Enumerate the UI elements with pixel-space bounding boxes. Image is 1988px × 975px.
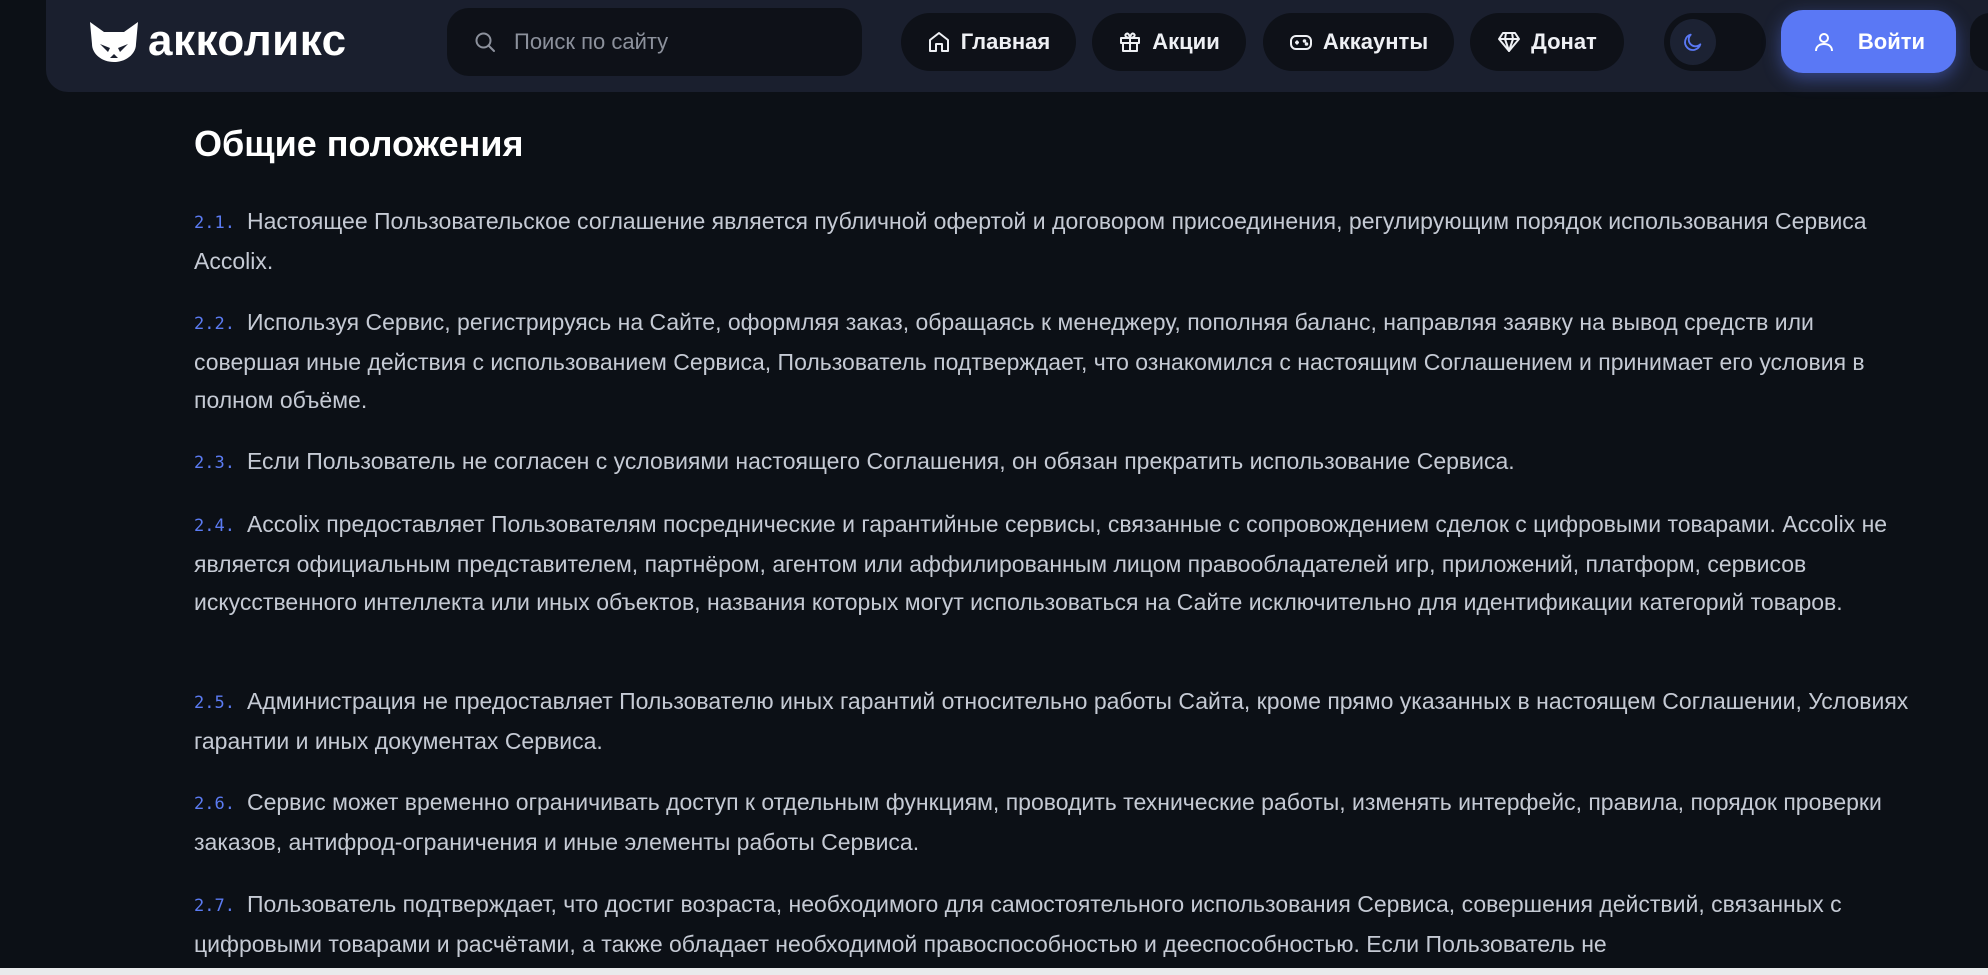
nav-donate-button[interactable]: Донат: [1470, 13, 1624, 71]
clause-number: 2.5.: [194, 693, 235, 713]
clause-2-6: 2.6. Сервис может временно ограничивать д…: [194, 783, 1914, 861]
nav-home-label: Главная: [960, 29, 1051, 54]
home-icon: [928, 32, 949, 52]
clause-number: 2.2.: [194, 314, 235, 334]
clause-2-3: 2.3. Если Пользователь не согласен с усло…: [194, 442, 1914, 482]
clause-number: 2.7.: [194, 896, 235, 916]
fox-logo-icon: [90, 22, 138, 62]
clause-2-2: 2.2. Используя Сервис, регистрируясь на С…: [194, 303, 1914, 419]
search-icon: [475, 32, 495, 52]
theme-toggle-knob: [1670, 19, 1716, 65]
diamond-icon: [1498, 32, 1521, 52]
nav-accounts-button[interactable]: Аккаунты: [1263, 13, 1454, 71]
clause-text: Сервис может временно ограничивать досту…: [194, 789, 1882, 855]
moon-icon: [1684, 33, 1702, 51]
gift-icon: [1120, 32, 1141, 52]
clause-2-4: 2.4. Accolix предоставляет Пользователям …: [194, 505, 1914, 621]
login-button[interactable]: Войти: [1781, 10, 1956, 73]
page-title: Общие положения: [194, 123, 524, 164]
login-label: Войти: [1857, 28, 1926, 54]
bottom-edge: [0, 968, 1988, 975]
agreement-section: Общие положения 2.1. Настоящее Пользовате…: [194, 120, 1914, 957]
search-box[interactable]: [447, 8, 862, 76]
clause-text: Администрация не предоставляет Пользоват…: [194, 688, 1909, 754]
site-logo[interactable]: акколикс: [86, 17, 347, 65]
search-input[interactable]: [512, 28, 856, 56]
clause-text: Accolix предоставляет Пользователям поср…: [194, 511, 1888, 615]
gamepad-icon: [1289, 35, 1312, 50]
nav-home-button[interactable]: Главная: [901, 13, 1076, 71]
clause-text: Если Пользователь не согласен с условиям…: [246, 448, 1515, 474]
nav-promo-button[interactable]: Акции: [1092, 13, 1246, 71]
nav-promo-label: Акции: [1152, 29, 1220, 54]
edge-button[interactable]: [1970, 13, 1988, 71]
clause-text: Настоящее Пользовательское соглашение яв…: [194, 208, 1867, 274]
clause-2-5: 2.5. Администрация не предоставляет Польз…: [194, 682, 1914, 760]
clause-number: 2.3.: [194, 453, 235, 473]
clause-number: 2.6.: [194, 794, 235, 814]
page: акколикс Главная Акции Аккаунты: [0, 0, 1988, 975]
clause-number: 2.1.: [194, 213, 235, 233]
clause-text: Пользователь подтверждает, что достиг во…: [194, 891, 1842, 957]
clause-number: 2.4.: [194, 516, 235, 536]
clause-text: Используя Сервис, регистрируясь на Сайте…: [194, 309, 1865, 413]
logo-text: акколикс: [148, 16, 347, 65]
clause-2-7: 2.7. Пользователь подтверждает, что дости…: [194, 885, 1914, 963]
nav-donate-label: Донат: [1531, 29, 1597, 54]
user-icon: [1814, 32, 1833, 51]
nav-accounts-label: Аккаунты: [1322, 29, 1429, 54]
theme-toggle[interactable]: [1664, 13, 1766, 71]
clause-2-1: 2.1. Настоящее Пользовательское соглашени…: [194, 202, 1914, 280]
